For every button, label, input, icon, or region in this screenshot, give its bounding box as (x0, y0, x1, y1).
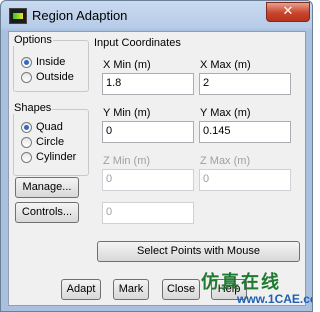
select-points-with-mouse-button[interactable]: Select Points with Mouse (97, 241, 300, 262)
input-coordinates-label: Input Coordinates (93, 37, 182, 49)
z-max-input: 0 (199, 169, 291, 191)
shapes-label: Shapes (13, 102, 53, 114)
controls-button[interactable]: Controls... (15, 202, 79, 223)
radio-quad[interactable]: Quad (21, 121, 63, 133)
mark-button[interactable]: Mark (113, 279, 149, 300)
radio-button-icon (21, 56, 32, 68)
radio-button-icon (21, 121, 32, 133)
radio-cylinder-label: Cylinder (36, 151, 77, 163)
title-bar[interactable]: Region Adaption ✕ (1, 1, 312, 31)
radio-circle[interactable]: Circle (21, 136, 64, 148)
watermark-text: 仿真在线 (201, 272, 281, 293)
x-max-input[interactable]: 2 (199, 73, 291, 95)
x-min-input[interactable]: 1.8 (102, 73, 194, 95)
options-label: Options (13, 34, 53, 46)
manage-button[interactable]: Manage... (15, 177, 79, 198)
radius-input: 0 (102, 202, 194, 224)
z-min-label: Z Min (m) (103, 155, 151, 167)
radio-inside-label: Inside (36, 56, 66, 68)
watermark-url: www.1CAE.com (237, 292, 312, 306)
radio-button-icon (21, 136, 32, 148)
adapt-button[interactable]: Adapt (61, 279, 101, 300)
radio-outside-label: Outside (36, 71, 74, 83)
close-window-button[interactable]: ✕ (266, 2, 310, 22)
x-min-label: X Min (m) (103, 59, 151, 71)
z-min-input: 0 (102, 169, 194, 191)
radio-inside[interactable]: Inside (21, 56, 65, 68)
region-adaption-dialog: Region Adaption ✕ Options Inside Outside… (0, 0, 313, 312)
radio-button-icon (21, 151, 32, 163)
y-min-input[interactable]: 0 (102, 121, 194, 143)
y-min-label: Y Min (m) (103, 107, 151, 119)
radio-cylinder[interactable]: Cylinder (21, 151, 76, 163)
z-max-label: Z Max (m) (200, 155, 251, 167)
x-max-label: X Max (m) (200, 59, 251, 71)
close-button[interactable]: Close (162, 279, 200, 300)
window-title: Region Adaption (32, 8, 128, 23)
y-max-input[interactable]: 0.145 (199, 121, 291, 143)
radio-button-icon (21, 71, 32, 83)
dialog-body: Options Inside Outside Shapes Quad Circl… (8, 31, 306, 306)
radio-quad-label: Quad (36, 121, 63, 133)
y-max-label: Y Max (m) (200, 107, 251, 119)
fluent-app-icon (9, 8, 27, 24)
radio-circle-label: Circle (36, 136, 65, 148)
radio-outside[interactable]: Outside (21, 71, 74, 83)
